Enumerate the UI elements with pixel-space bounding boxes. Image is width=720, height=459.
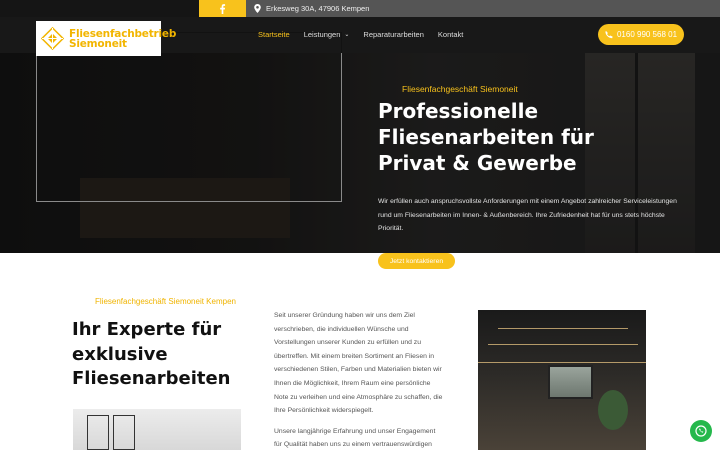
nav-reparaturarbeiten-label: Reparaturarbeiten (363, 30, 424, 39)
map-pin-icon (254, 4, 261, 13)
main-nav: Startseite Leistungen ⌄ Reparaturarbeiten… (258, 30, 477, 39)
hero-mirror-frame (36, 32, 342, 202)
hero-title: Professionelle Fliesenarbeiten für Priva… (378, 98, 698, 176)
facebook-link[interactable] (199, 0, 246, 17)
hero-title-line-3: Privat & Gewerbe (378, 151, 577, 175)
chevron-down-icon: ⌄ (344, 32, 350, 38)
nav-kontakt-label: Kontakt (437, 30, 464, 39)
image-light-strip (498, 328, 628, 329)
hero-description: Wir erfüllen auch anspruchsvollste Anfor… (378, 198, 677, 232)
image-shower-frame (113, 415, 135, 450)
facebook-icon (220, 3, 226, 14)
hero-title-line-2: Fliesenarbeiten für (378, 125, 594, 149)
phone-number: 0160 990 568 01 (616, 30, 678, 39)
logo-tile-icon (40, 26, 65, 51)
about-text: Seit unserer Gründung haben wir uns dem … (274, 309, 444, 459)
nav-leistungen[interactable]: Leistungen ⌄ (304, 30, 350, 39)
about-paragraph-1: Seit unserer Gründung haben wir uns dem … (274, 312, 443, 415)
logo-line-1: Fliesenfachbetrieb (69, 27, 177, 40)
image-light-strip (478, 362, 646, 363)
whatsapp-button[interactable] (690, 420, 712, 442)
whatsapp-icon (695, 425, 707, 437)
about-title: Ihr Experte für exklusive Fliesenarbeite… (72, 318, 272, 392)
address-text: Erkesweg 30A, 47906 Kempen (266, 4, 370, 13)
about-title-line-3: Fliesenarbeiten (72, 368, 231, 389)
about-title-line-2: exklusive (72, 343, 168, 365)
address-bar: Erkesweg 30A, 47906 Kempen (246, 0, 720, 17)
hero-eyebrow: Fliesenfachgeschäft Siemoneit (402, 84, 518, 94)
spa-image (478, 310, 646, 450)
nav-kontakt[interactable]: Kontakt (438, 30, 463, 39)
image-window (548, 365, 593, 399)
about-eyebrow: Fliesenfachgeschäft Siemoneit Kempen (95, 297, 236, 306)
nav-startseite-label: Startseite (258, 30, 290, 39)
top-bar: Erkesweg 30A, 47906 Kempen (0, 0, 720, 17)
phone-button[interactable]: 0160 990 568 01 (598, 24, 684, 45)
hero-title-line-1: Professionelle (378, 99, 539, 123)
nav-reparaturarbeiten[interactable]: Reparaturarbeiten (363, 30, 423, 39)
bathroom-image (73, 409, 241, 450)
about-title-line-1: Ihr Experte für (72, 319, 222, 340)
phone-icon (605, 30, 613, 38)
image-shower-frame (87, 415, 109, 450)
logo-text: Fliesenfachbetrieb Siemoneit (69, 27, 177, 50)
logo-line-2: Siemoneit (69, 37, 127, 50)
image-plant (598, 390, 628, 430)
about-paragraph-2: Unsere langjährige Erfahrung und unser E… (274, 427, 436, 449)
image-light-strip (488, 344, 638, 345)
logo[interactable]: Fliesenfachbetrieb Siemoneit (36, 21, 176, 56)
contact-cta-button[interactable]: Jetzt kontaktieren (378, 253, 455, 269)
nav-startseite[interactable]: Startseite (258, 30, 290, 39)
nav-leistungen-label: Leistungen (303, 30, 341, 39)
